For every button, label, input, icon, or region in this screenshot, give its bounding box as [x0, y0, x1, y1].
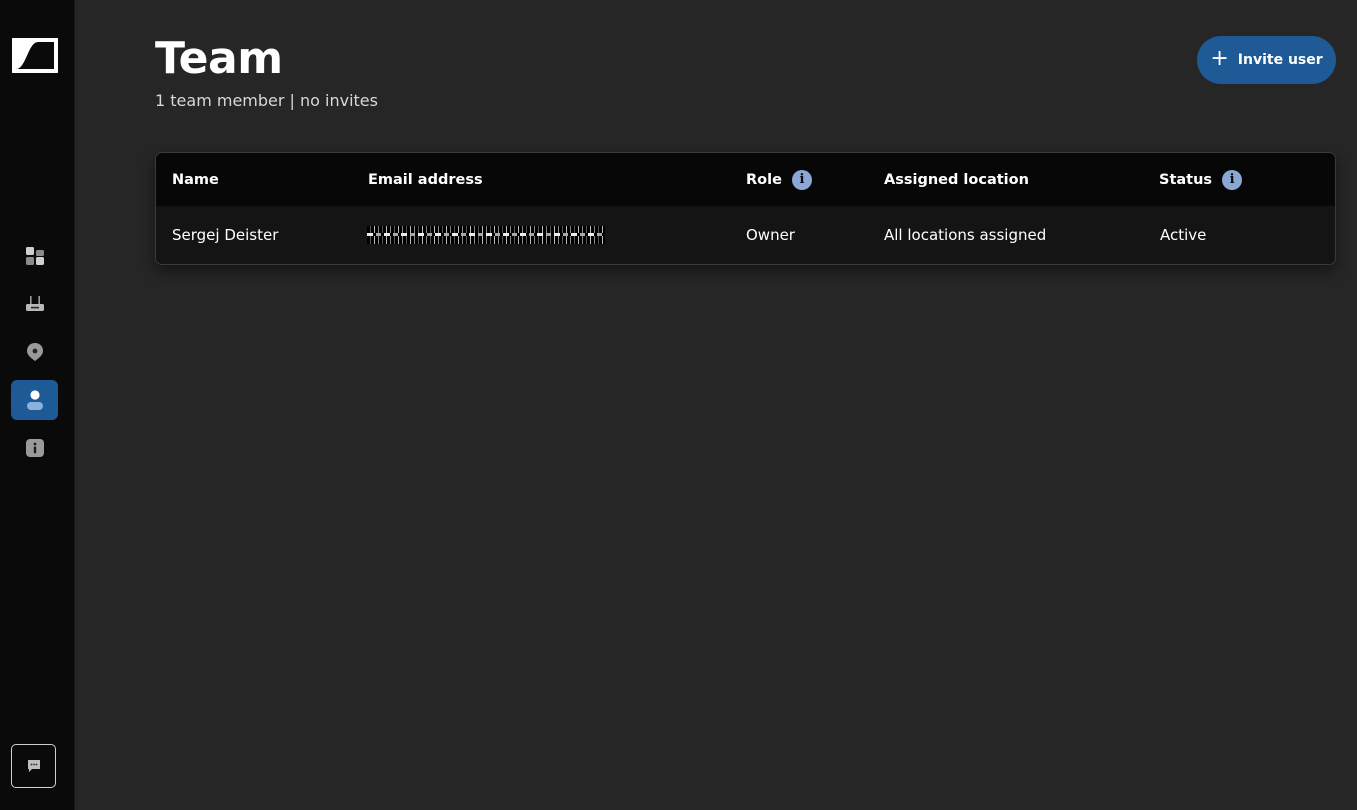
sidebar-item-devices[interactable] — [11, 284, 58, 324]
cell-assigned-location: All locations assigned — [884, 226, 1047, 244]
cell-status: Active — [1160, 226, 1207, 244]
sidebar-item-dashboard[interactable] — [11, 236, 58, 276]
column-header-label: Assigned location — [884, 171, 1029, 188]
sidebar-item-info[interactable] — [11, 428, 58, 468]
sidebar-item-locations[interactable] — [11, 332, 58, 372]
column-header-status[interactable]: Status i — [1159, 153, 1243, 206]
column-header-name[interactable]: Name — [172, 153, 219, 206]
info-icon — [25, 439, 44, 457]
plus-icon: + — [1210, 46, 1229, 71]
table-row[interactable]: Sergej Deister Owner All locations assig… — [156, 206, 1335, 264]
column-header-label: Email address — [368, 171, 483, 188]
column-header-label: Role — [746, 171, 782, 188]
cell-email — [367, 206, 605, 264]
column-header-label: Status — [1159, 171, 1213, 188]
invite-user-button[interactable]: + Invite user — [1197, 36, 1336, 84]
page-subtitle: 1 team member | no invites — [155, 91, 378, 110]
page-title: Team — [155, 33, 283, 84]
redacted-email — [367, 226, 605, 244]
dashboard-icon — [25, 247, 44, 265]
status-info-icon[interactable]: i — [1222, 169, 1243, 190]
brand-logo[interactable] — [12, 38, 58, 73]
column-header-label: Name — [172, 171, 219, 188]
chat-icon — [27, 760, 40, 772]
cell-name: Sergej Deister — [172, 226, 279, 244]
chat-button[interactable] — [11, 744, 56, 788]
team-table: Name Email address Role i Assigned locat… — [155, 152, 1336, 265]
cell-role: Owner — [746, 226, 795, 244]
column-header-role[interactable]: Role i — [746, 153, 812, 206]
app: Team 1 team member | no invites + Invite… — [0, 0, 1357, 810]
user-icon — [26, 390, 43, 410]
column-header-email[interactable]: Email address — [368, 153, 483, 206]
table-header: Name Email address Role i Assigned locat… — [156, 153, 1335, 206]
invite-user-label: Invite user — [1237, 52, 1323, 68]
device-icon — [25, 296, 44, 311]
sidebar-item-team[interactable] — [11, 380, 58, 420]
brand-logo-icon — [12, 38, 58, 73]
column-header-assigned-location[interactable]: Assigned location — [884, 153, 1029, 206]
location-pin-icon — [26, 343, 43, 361]
sidebar — [0, 0, 75, 810]
role-info-icon[interactable]: i — [791, 169, 812, 190]
